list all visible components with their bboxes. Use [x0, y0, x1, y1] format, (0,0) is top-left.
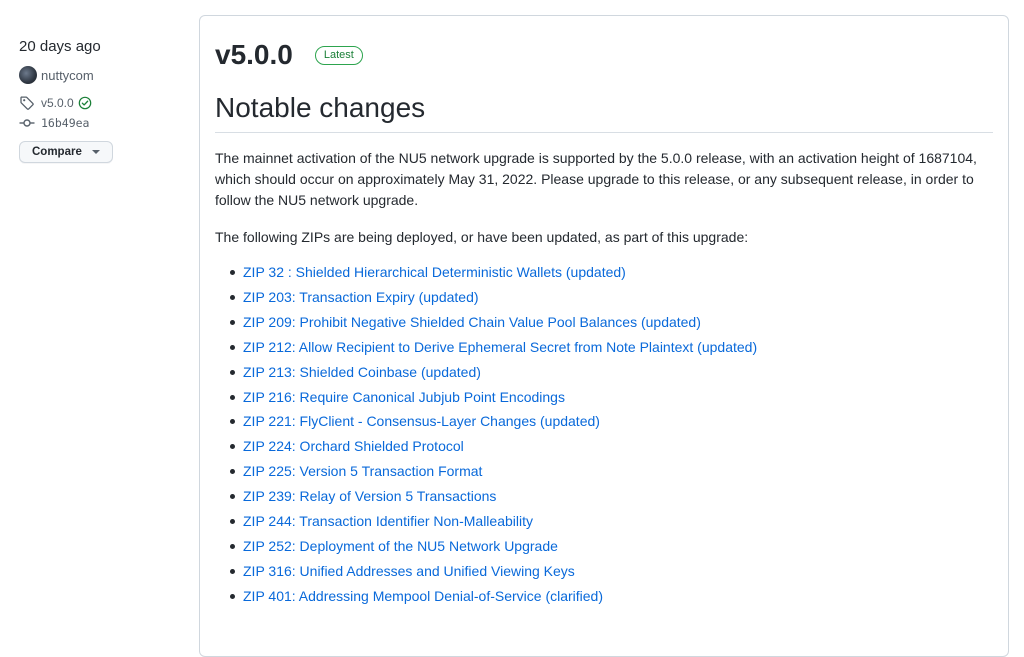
caret-down-icon [91, 150, 100, 154]
notable-changes-heading: Notable changes [215, 91, 993, 133]
tag-name[interactable]: v5.0.0 [41, 96, 74, 110]
latest-badge: Latest [314, 45, 363, 65]
git-commit-icon [19, 119, 35, 127]
avatar[interactable] [19, 66, 37, 84]
zip-link[interactable]: ZIP 32 : Shielded Hierarchical Determini… [243, 264, 626, 280]
zip-link[interactable]: ZIP 252: Deployment of the NU5 Network U… [243, 538, 558, 554]
list-item: ZIP 244: Transaction Identifier Non-Mall… [230, 509, 1003, 534]
list-item: ZIP 203: Transaction Expiry (updated) [230, 285, 1003, 310]
release-description: The mainnet activation of the NU5 networ… [215, 150, 977, 208]
zip-intro: The following ZIPs are being deployed, o… [215, 229, 749, 245]
zip-link[interactable]: ZIP 212: Allow Recipient to Derive Ephem… [243, 339, 757, 355]
release-author[interactable]: nuttycom [19, 65, 189, 85]
list-item: ZIP 225: Version 5 Transaction Format [230, 459, 1003, 484]
zip-link[interactable]: ZIP 225: Version 5 Transaction Format [243, 463, 482, 479]
verified-check-icon [78, 96, 92, 110]
zip-link[interactable]: ZIP 209: Prohibit Negative Shielded Chai… [243, 314, 701, 330]
author-name[interactable]: nuttycom [41, 68, 94, 83]
tag-icon [20, 96, 34, 110]
list-item: ZIP 401: Addressing Mempool Denial-of-Se… [230, 584, 1003, 609]
list-item: ZIP 213: Shielded Coinbase (updated) [230, 360, 1003, 385]
zip-link[interactable]: ZIP 221: FlyClient - Consensus-Layer Cha… [243, 413, 600, 429]
list-item: ZIP 209: Prohibit Negative Shielded Chai… [230, 310, 1003, 335]
list-item: ZIP 212: Allow Recipient to Derive Ephem… [230, 335, 1003, 360]
list-item: ZIP 221: FlyClient - Consensus-Layer Cha… [230, 409, 1003, 434]
commit-hash[interactable]: 16b49ea [41, 116, 89, 130]
zip-link[interactable]: ZIP 401: Addressing Mempool Denial-of-Se… [243, 588, 603, 604]
list-item: ZIP 224: Orchard Shielded Protocol [230, 434, 1003, 459]
list-item: ZIP 32 : Shielded Hierarchical Determini… [230, 260, 1003, 285]
release-time-ago: 20 days ago [19, 38, 101, 55]
list-item: ZIP 239: Relay of Version 5 Transactions [230, 484, 1003, 509]
zip-link[interactable]: ZIP 203: Transaction Expiry (updated) [243, 289, 479, 305]
zip-link[interactable]: ZIP 216: Require Canonical Jubjub Point … [243, 389, 565, 405]
release-card: v5.0.0 Latest Notable changes The mainne… [199, 15, 1009, 657]
zip-list: ZIP 32 : Shielded Hierarchical Determini… [215, 260, 1003, 609]
zip-link[interactable]: ZIP 316: Unified Addresses and Unified V… [243, 563, 575, 579]
release-commit[interactable]: 16b49ea [19, 113, 189, 133]
zip-link[interactable]: ZIP 244: Transaction Identifier Non-Mall… [243, 513, 533, 529]
zip-link[interactable]: ZIP 239: Relay of Version 5 Transactions [243, 488, 496, 504]
release-meta-sidebar: 20 days ago nuttycom v5.0.0 16b49ea Comp… [19, 38, 189, 163]
list-item: ZIP 316: Unified Addresses and Unified V… [230, 559, 1003, 584]
zip-link[interactable]: ZIP 224: Orchard Shielded Protocol [243, 438, 464, 454]
compare-button[interactable]: Compare [19, 141, 113, 163]
release-header: v5.0.0 Latest [215, 38, 363, 72]
compare-label: Compare [32, 146, 82, 158]
list-item: ZIP 252: Deployment of the NU5 Network U… [230, 534, 1003, 559]
zip-link[interactable]: ZIP 213: Shielded Coinbase (updated) [243, 364, 481, 380]
release-tag[interactable]: v5.0.0 [19, 93, 189, 113]
list-item: ZIP 216: Require Canonical Jubjub Point … [230, 385, 1003, 410]
release-version[interactable]: v5.0.0 [215, 38, 293, 72]
